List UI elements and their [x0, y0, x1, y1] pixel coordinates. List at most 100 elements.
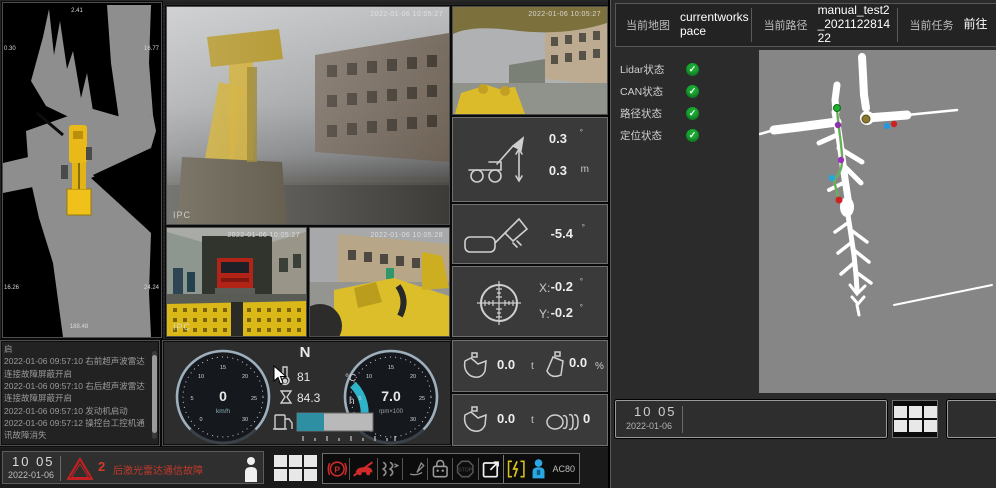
hours-readout: 84.3 h — [281, 391, 355, 407]
alarm-message: 后激光雷达通信故障 — [113, 462, 203, 477]
camera-main-timestamp: 2022-01-06 10:05:27 — [370, 11, 443, 18]
lock-icon[interactable] — [430, 457, 450, 481]
bucket-total-icon — [461, 405, 489, 435]
alarm-count: 2 — [98, 459, 105, 474]
camera-side-scene — [310, 228, 449, 336]
remote-operator-icon[interactable] — [530, 456, 547, 482]
current-map-value[interactable]: currentworkspace — [680, 11, 749, 39]
lidar-map-panel[interactable]: 2.41 0.30 16.77 16.26 24.24 188.48 — [2, 2, 162, 338]
electrical-fault-icon[interactable] — [506, 457, 526, 481]
emergency-stop-icon[interactable]: STOP — [455, 457, 475, 481]
parking-brake-icon[interactable]: P — [327, 457, 347, 481]
clock-time: 10 05 — [12, 454, 55, 469]
check-row-lidar: Lidar状态 ✓ — [620, 58, 699, 80]
mission-panel: 当前地图 currentworkspace 当前路径 manual_test2_… — [608, 0, 996, 488]
camera-side[interactable]: 2022-01-06 10:05:28 — [309, 227, 450, 337]
hourmeter-icon — [281, 391, 291, 403]
traction-slip-icon[interactable] — [379, 457, 399, 481]
current-task-value[interactable]: 前往 — [964, 18, 996, 32]
footer-aux-box[interactable] — [947, 400, 996, 438]
svg-text:15: 15 — [220, 365, 226, 371]
route-map-canvas — [759, 50, 996, 393]
map-range-right: 16.77 — [144, 46, 160, 52]
current-path-value[interactable]: manual_test2_202112281422 — [818, 4, 895, 45]
current-task-label: 当前任务 — [900, 17, 964, 33]
waypoint-purple[interactable] — [835, 122, 841, 128]
log-overflow-line: 启 — [4, 343, 147, 355]
alarm-summary-box: 10 05 2022-01-06 2 后激光雷达通信故障 — [2, 451, 264, 484]
svg-text:10: 10 — [366, 374, 372, 380]
footer-grid-button[interactable] — [892, 400, 938, 438]
waypoint-red[interactable] — [891, 121, 897, 127]
check-ok-icon: ✓ — [686, 63, 699, 76]
boom-height-value: 0.3 — [549, 163, 567, 178]
waypoint-cyan[interactable] — [829, 175, 835, 181]
load-current-panel: 0.0 t 0.0 % — [452, 340, 608, 392]
boom-status-panel: 0.3 ° 0.3 m — [452, 117, 608, 202]
load-rate-value: 0.0 — [569, 355, 587, 370]
external-launch-icon[interactable] — [481, 457, 501, 481]
layout-grid-button[interactable] — [274, 455, 317, 481]
bucket-status-panel: -5.4 ° — [452, 204, 608, 264]
bottom-status-bar: 10 05 2022-01-06 2 后激光雷达通信故障 P — [0, 448, 608, 488]
loader-boom-icon — [461, 134, 531, 190]
system-checks-list: Lidar状态 ✓ CAN状态 ✓ 路径状态 ✓ 定位状态 ✓ — [620, 58, 699, 146]
route-map-view[interactable] — [759, 50, 996, 393]
divider — [682, 406, 683, 433]
attitude-y-value: -0.2 — [551, 305, 573, 320]
hours-unit: h — [349, 396, 355, 407]
alarm-warning-icon — [67, 457, 93, 481]
svg-text:20: 20 — [242, 374, 248, 380]
check-row-can: CAN状态 ✓ — [620, 80, 699, 102]
map-range-left: 0.30 — [4, 46, 16, 52]
load-weight-unit: t — [531, 361, 534, 372]
camera-main[interactable]: 2022-01-06 10:05:27 IPC — [166, 6, 450, 225]
log-entry: 2022-01-06 09:57:10 右后超声波雷达连接故障屏蔽开启 — [4, 380, 147, 405]
attitude-y-unit: ° — [580, 303, 583, 312]
operator-console: 2.41 0.30 16.77 16.26 24.24 188.48 — [0, 0, 996, 488]
footer-date: 2022-01-06 — [626, 421, 672, 431]
svg-text:30: 30 — [242, 417, 248, 423]
svg-text:30: 30 — [410, 417, 416, 423]
attitude-x-label: X: — [539, 281, 550, 295]
current-map-label: 当前地图 — [616, 17, 680, 33]
bucket-weight-icon — [461, 351, 489, 381]
waypoint-purple[interactable] — [838, 157, 844, 163]
dashboard-canvas: N 0 5 10 15 20 25 30 0 km/h — [163, 341, 451, 445]
camera-main-scene — [167, 7, 449, 224]
svg-text:5: 5 — [190, 396, 193, 402]
load-total-panel: 0.0 t 0 — [452, 394, 608, 446]
rpm-value: 7.0 — [381, 388, 401, 404]
boom-lever-icon[interactable] — [405, 457, 425, 481]
svg-text:20: 20 — [410, 374, 416, 380]
attitude-x-value: -0.2 — [551, 279, 573, 294]
waypoint-green[interactable] — [834, 105, 841, 112]
svg-text:25: 25 — [419, 396, 425, 402]
current-path-label: 当前路径 — [754, 17, 818, 33]
log-scrollbar-thumb[interactable] — [152, 355, 157, 433]
camera-front[interactable]: 2022-01-06 10:05:27 — [452, 6, 608, 115]
rpm-unit: rpm×100 — [379, 409, 404, 415]
device-label: AC80 — [553, 464, 576, 474]
load-rate-unit: % — [595, 361, 604, 372]
load-total-value: 0.0 — [497, 411, 515, 426]
mission-header-bar: 当前地图 currentworkspace 当前路径 manual_test2_… — [615, 3, 996, 47]
load-total-unit: t — [531, 415, 534, 426]
camera-rear[interactable]: 2022-01-06 10:05:27 IPC — [166, 227, 307, 337]
divider — [897, 8, 898, 42]
load-weight-value: 0.0 — [497, 357, 515, 372]
footer-time: 10 05 — [634, 404, 677, 419]
event-log-panel[interactable]: 启 2022-01-06 09:57:10 右前超声波雷达连接故障屏蔽开启 20… — [0, 340, 160, 446]
boom-height-unit: m — [581, 164, 589, 175]
operator-icon[interactable] — [243, 456, 259, 482]
waypoint-blue[interactable] — [884, 123, 890, 129]
check-ok-icon: ✓ — [686, 85, 699, 98]
waypoint-olive[interactable] — [862, 115, 870, 123]
bucket-count-value: 0 — [583, 411, 590, 426]
waypoint-red[interactable] — [836, 197, 843, 204]
collision-warning-icon[interactable] — [352, 457, 374, 481]
attitude-status-panel: X: -0.2 ° Y: -0.2 ° — [452, 266, 608, 337]
map-range-top: 2.41 — [71, 8, 83, 14]
svg-text:25: 25 — [251, 396, 257, 402]
vehicle-indicator-toolbar: P — [322, 453, 580, 484]
